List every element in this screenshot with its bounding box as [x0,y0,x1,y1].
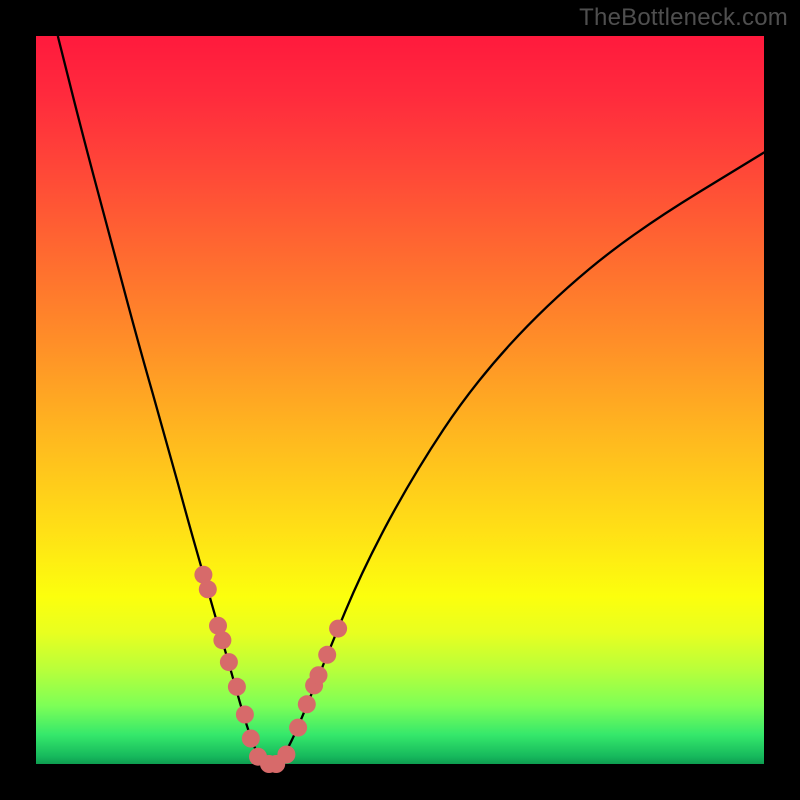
data-marker [199,580,217,598]
data-marker [220,653,238,671]
bottleneck-curve [58,36,764,764]
data-marker [228,678,246,696]
data-marker [242,730,260,748]
data-marker [236,706,254,724]
curve-svg [36,36,764,764]
data-marker [318,646,336,664]
data-marker [213,631,231,649]
data-marker [298,695,316,713]
data-marker [289,719,307,737]
chart-frame: TheBottleneck.com [0,0,800,800]
data-marker [329,620,347,638]
data-marker [310,666,328,684]
data-marker [277,746,295,764]
watermark-label: TheBottleneck.com [579,4,788,32]
plot-area [36,36,764,764]
marker-group [194,566,347,773]
